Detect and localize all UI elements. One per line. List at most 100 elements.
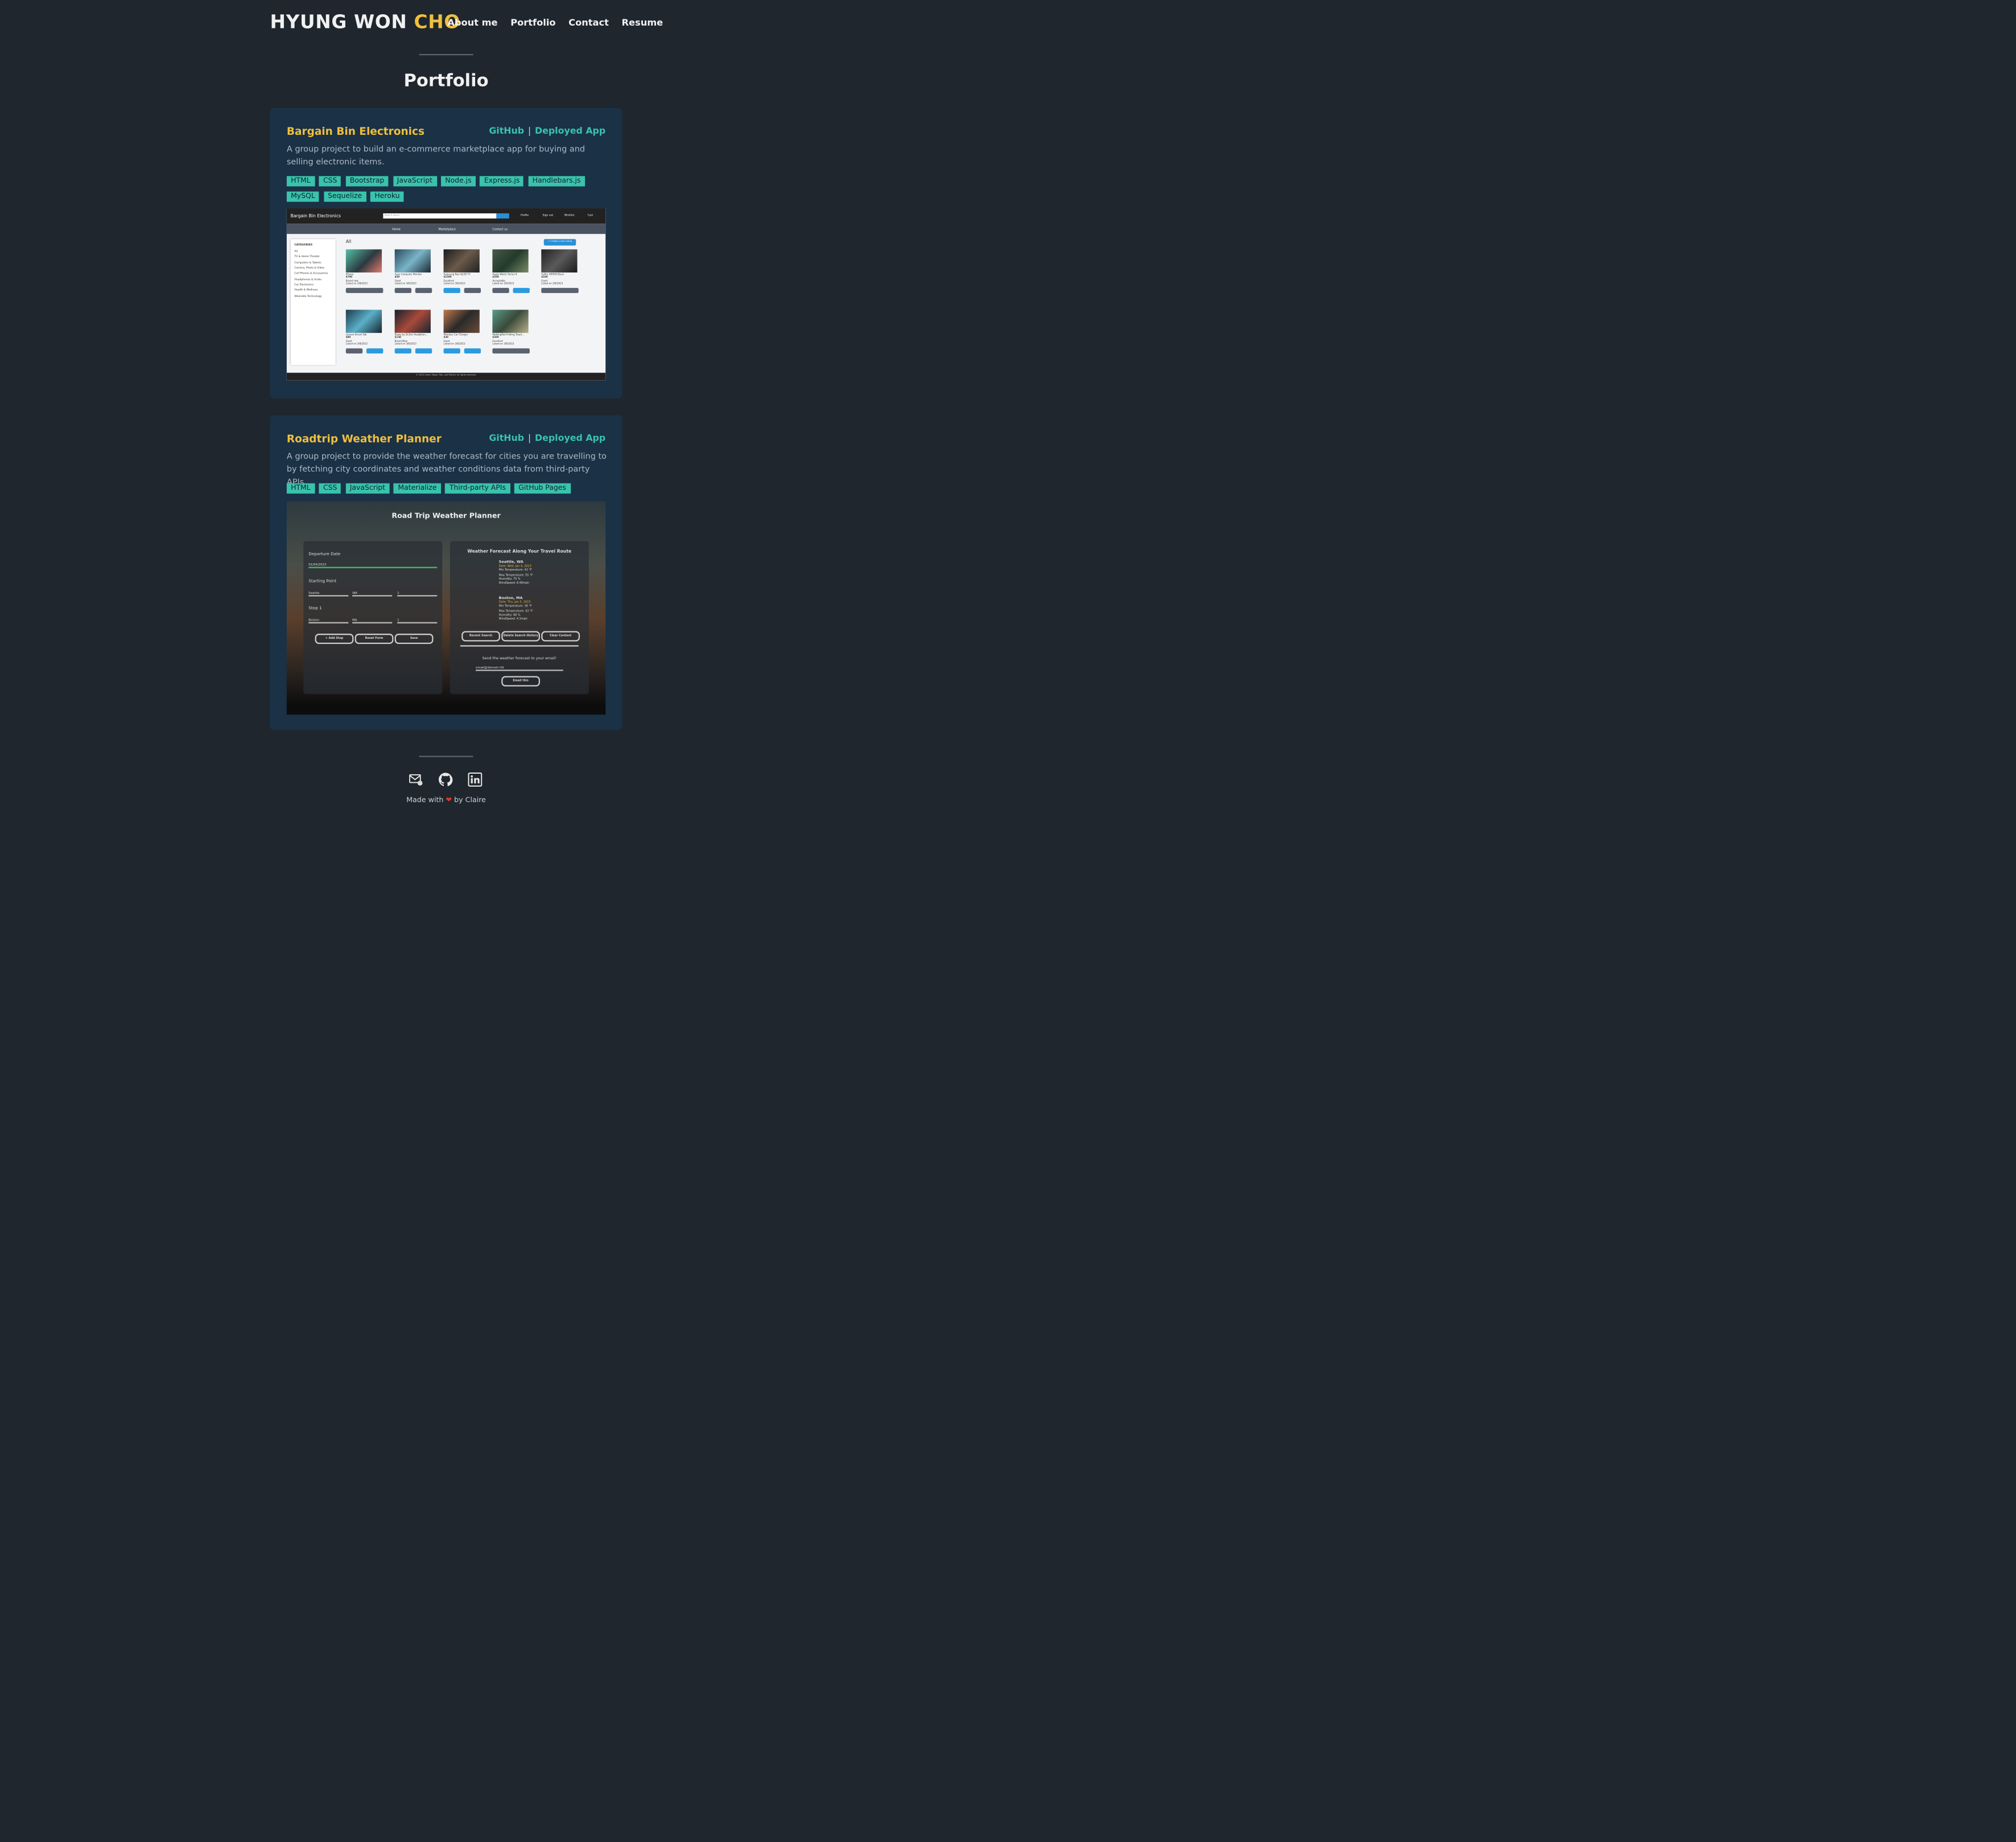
project-title: Roadtrip Weather Planner: [286, 432, 442, 445]
mock-divider: [460, 645, 579, 646]
mock-label: Stop 1: [308, 605, 322, 611]
tag: JavaScript: [345, 483, 390, 494]
mock-email-field: email@domain.tld: [476, 666, 563, 671]
mock-nav-item: Contact us: [492, 226, 508, 231]
mock-button: + Add Stop: [315, 633, 354, 645]
mock-button: Clear Content: [541, 631, 580, 642]
mock-forecast-title: Weather Forecast Along Your Travel Route: [467, 548, 572, 554]
mock-category: Car Electronics: [294, 284, 314, 287]
mock-category: All: [294, 250, 298, 254]
project-screenshot-roadtrip: Road Trip Weather Planner Departure Date…: [286, 501, 606, 715]
mock-button: Save: [394, 633, 434, 645]
mock-brand: Bargain Bin Electronics: [290, 213, 341, 219]
mock-city-forecast: Seattle, WA Date: Wed, Jan 4, 2023 Min T…: [498, 559, 533, 585]
mock-nav-item: Marketplace: [438, 226, 456, 231]
project-links: GitHub | Deployed App: [489, 433, 605, 443]
mock-link: Cart: [587, 214, 593, 217]
nav-resume[interactable]: Resume: [622, 16, 663, 28]
mock-label: Departure Date: [308, 551, 341, 557]
mock-button: Reset Form: [354, 633, 394, 645]
nav-about-me[interactable]: About me: [447, 16, 497, 28]
mock-item-card: Wireless Car Charger $30 Good Listed on 3/8…: [443, 309, 483, 353]
deployed-app-link[interactable]: Deployed App: [535, 126, 605, 136]
mock-item-card: Lenovo Smart Tab $80 Good Listed on 3/8/202…: [345, 309, 385, 353]
mock-item-card: Apple Watch Series 8 $100 Acceptable Listed…: [492, 249, 531, 293]
mock-forecast-panel: Weather Forecast Along Your Travel Route…: [450, 541, 589, 695]
project-title: Bargain Bin Electronics: [286, 125, 424, 138]
mock-field: MA: [352, 618, 393, 623]
project-links: GitHub | Deployed App: [489, 126, 605, 136]
tech-tags: HTML CSS Bootstrap JavaScript Node.js Ex…: [286, 176, 608, 202]
social-links: [409, 772, 483, 787]
mock-nav-item: Home: [392, 226, 401, 231]
mock-item-card: GoPro HERO8 Black $100 Good Listed on 3/8/2…: [541, 249, 580, 293]
project-screenshot-bargain-bin: Bargain Bin Electronics Search items Pro…: [286, 208, 606, 381]
mock-category: TV & Home Theater: [294, 256, 320, 259]
mock-create-button: + Create a new listing: [543, 239, 576, 245]
link-separator: |: [527, 433, 531, 444]
mock-button: Email this: [501, 676, 540, 687]
mock-button: Delete Search History: [501, 631, 540, 642]
mock-email-prompt: Send the weather forecast to your email!: [482, 655, 557, 661]
mock-field: WA: [352, 591, 393, 597]
made-prefix: Made with: [406, 796, 444, 805]
linkedin-icon[interactable]: [468, 772, 483, 787]
mock-field: 1: [397, 591, 438, 597]
deployed-app-link[interactable]: Deployed App: [535, 433, 605, 443]
tag: CSS: [319, 176, 341, 187]
mock-category: Computers & Tablets: [294, 262, 321, 265]
tag: Third-party APIs: [445, 483, 510, 494]
divider-top: [419, 53, 473, 55]
link-separator: |: [527, 126, 531, 137]
mock-search-input: Search items: [383, 212, 498, 218]
mock-topbar: Bargain Bin Electronics Search items Pro…: [286, 208, 606, 224]
mock-categories-title: CATEGORIES: [294, 244, 313, 247]
main-nav: About me Portfolio Contact Resume: [447, 16, 663, 28]
mock-item-card: Asus Computer Monitor $50 Good Listed on 3/…: [394, 249, 434, 293]
tag: MySQL: [286, 191, 319, 202]
mock-categories: CATEGORIES All TV & Home Theater Compute…: [290, 239, 336, 365]
tag: Handlebars.js: [528, 176, 585, 187]
mock-category: Headphones & Audio: [294, 278, 321, 282]
tag: Bootstrap: [345, 176, 389, 187]
mock-trip-form: Departure Date 01/04/2023 Starting Point…: [303, 541, 443, 695]
github-icon[interactable]: [438, 773, 453, 787]
tech-tags: HTML CSS JavaScript Materialize Third-pa…: [286, 483, 608, 494]
nav-portfolio[interactable]: Portfolio: [510, 16, 555, 28]
github-link[interactable]: GitHub: [489, 433, 524, 443]
tag: CSS: [319, 483, 341, 494]
mock-footer: © 2023 Claire, Edgar, Ray, and Patrick. …: [286, 373, 606, 381]
mock-section-label: All: [345, 239, 352, 245]
tag: Express.js: [480, 176, 524, 187]
divider-bottom: [419, 755, 473, 757]
mock-field: 1: [397, 618, 438, 623]
page: HYUNG WON CHO About me Portfolio Contact…: [0, 0, 892, 815]
mock-link: Profile: [521, 214, 529, 217]
mock-item-card: Beats by Dr.Dre Headphon... $130 Brand New…: [394, 309, 434, 353]
mock-field: Boston: [308, 618, 349, 623]
github-link[interactable]: GitHub: [489, 126, 524, 136]
mock-item-card: Samsung Neo QLED TV $1500 Excellent Listed …: [443, 249, 483, 293]
mock-item-card: WalkingPad Folding Tread... $200 Excellent…: [492, 309, 531, 353]
tag: Heroku: [370, 191, 404, 202]
mock-field: Seattle: [308, 591, 349, 597]
mock-link: Sign out: [542, 214, 554, 217]
mock-subnav: Home Marketplace Contact us: [286, 224, 606, 234]
mock-category: Camera, Photo & Video: [294, 267, 324, 270]
project-description: A group project to provide the weather f…: [286, 451, 607, 488]
project-card-roadtrip-weather: Roadtrip Weather Planner GitHub | Deployed…: [270, 415, 622, 730]
mock-category: Wearable Technology: [294, 295, 322, 298]
email-icon[interactable]: [409, 773, 423, 787]
tag: JavaScript: [393, 176, 437, 187]
tag: HTML: [286, 176, 315, 187]
mock-category: Cell Phones & Accessories: [294, 272, 328, 276]
project-description: A group project to build an e-commerce m…: [286, 144, 586, 167]
nav-contact[interactable]: Contact: [568, 16, 609, 28]
made-suffix: by Claire: [454, 796, 486, 805]
logo-name: HYUNG WON: [270, 13, 414, 34]
project-card-bargain-bin: Bargain Bin Electronics GitHub | Deployed …: [270, 108, 622, 399]
page-title: Portfolio: [403, 71, 489, 92]
mock-link: Wishlist: [564, 214, 575, 217]
made-with-credit: Made with ❤ by Claire: [0, 797, 892, 805]
site-logo[interactable]: HYUNG WON CHO: [270, 13, 460, 34]
